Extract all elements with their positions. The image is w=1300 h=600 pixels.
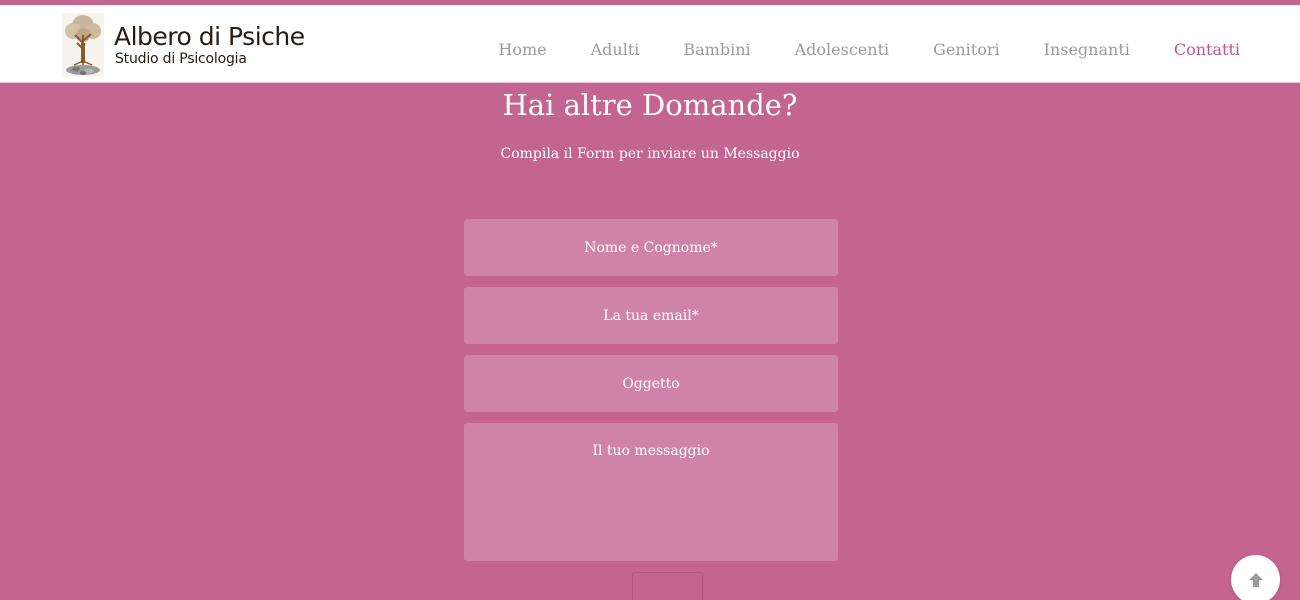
main-nav: Home Adulti Bambini Adolescenti Genitori…	[454, 10, 1240, 88]
tree-icon	[62, 13, 104, 77]
submit-button[interactable]	[632, 572, 703, 600]
brand-title: Albero di Psiche	[114, 22, 305, 51]
section-subtitle: Compila il Form per inviare un Messaggio	[500, 146, 800, 162]
nav-item-adolescenti[interactable]: Adolescenti	[795, 40, 890, 59]
brand-text: Albero di Psiche Studio di Psicologia	[114, 22, 305, 68]
nav-item-genitori[interactable]: Genitori	[933, 40, 1000, 59]
brand-subtitle: Studio di Psicologia	[115, 51, 247, 67]
subject-field[interactable]	[464, 355, 838, 412]
name-field[interactable]	[464, 219, 838, 276]
email-field[interactable]	[464, 287, 838, 344]
nav-item-insegnanti[interactable]: Insegnanti	[1044, 40, 1130, 59]
arrow-up-icon	[1248, 572, 1263, 587]
nav-item-home[interactable]: Home	[498, 40, 546, 59]
section-title: Hai altre Domande?	[502, 88, 798, 122]
nav-item-bambini[interactable]: Bambini	[683, 40, 750, 59]
contact-form	[464, 219, 838, 572]
scroll-to-top-button[interactable]	[1231, 555, 1280, 600]
message-field[interactable]	[464, 423, 838, 561]
nav-item-contatti[interactable]: Contatti	[1174, 40, 1240, 59]
logo-link[interactable]: Albero di Psiche Studio di Psicologia	[62, 10, 305, 80]
site-header: Albero di Psiche Studio di Psicologia Ho…	[0, 5, 1300, 83]
nav-item-adulti[interactable]: Adulti	[591, 40, 640, 59]
